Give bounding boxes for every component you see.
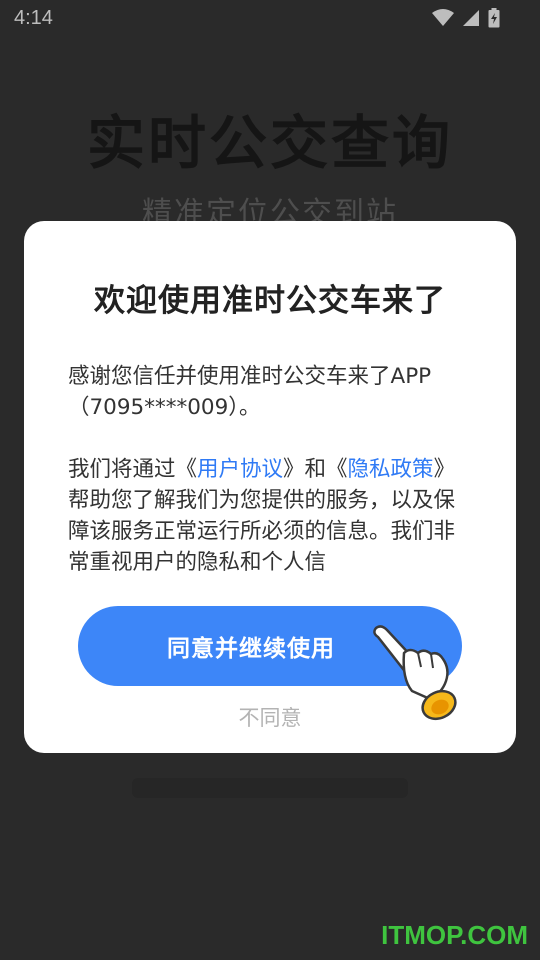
privacy-dialog: 欢迎使用准时公交车来了 感谢您信任并使用准时公交车来了APP （7095****… xyxy=(24,221,516,753)
status-icons xyxy=(432,8,500,28)
user-agreement-link[interactable]: 用户协议 xyxy=(197,457,283,482)
watermark-text: ITMOP.COM xyxy=(381,920,528,950)
dialog-paragraph-policy: 我们将通过《用户协议》和《隐私政策》帮助您了解我们为您提供的服务，以及保障该服务… xyxy=(68,454,474,571)
signal-icon xyxy=(463,10,479,26)
policy-mid-text: 》和《 xyxy=(283,457,348,482)
wifi-icon xyxy=(432,9,454,26)
status-bar: 4:14 xyxy=(0,0,540,36)
policy-intro-text: 我们将通过《 xyxy=(68,457,198,482)
dialog-body[interactable]: 感谢您信任并使用准时公交车来了APP （7095****009）。 我们将通过《… xyxy=(68,361,474,571)
battery-charging-icon xyxy=(488,8,500,28)
thanks-line-1: 感谢您信任并使用准时公交车来了APP xyxy=(68,364,432,389)
pointing-hand-icon xyxy=(373,625,457,721)
dialog-title: 欢迎使用准时公交车来了 xyxy=(94,283,446,319)
disagree-button[interactable]: 不同意 xyxy=(170,702,370,734)
background-title: 实时公交查询 xyxy=(86,109,453,177)
dialog-paragraph-thanks: 感谢您信任并使用准时公交车来了APP （7095****009）。 xyxy=(68,361,474,423)
status-time: 4:14 xyxy=(14,7,53,29)
thanks-line-2: （7095****009）。 xyxy=(68,395,261,420)
background-placeholder-bar xyxy=(132,778,408,798)
privacy-policy-link[interactable]: 隐私政策 xyxy=(348,457,434,482)
